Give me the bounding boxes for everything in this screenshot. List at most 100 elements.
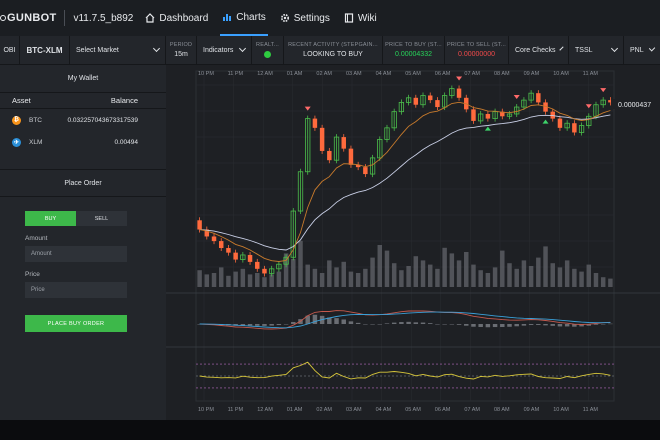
macd-histogram-bar bbox=[564, 324, 570, 327]
brand-logo[interactable]: GUNBOT bbox=[0, 12, 56, 24]
nav-wiki[interactable]: Wiki bbox=[342, 0, 379, 36]
candle-body bbox=[211, 236, 217, 242]
nav-dashboard[interactable]: Dashboard bbox=[143, 0, 210, 36]
x-tick-label: 09 AM bbox=[524, 407, 540, 413]
nav-charts[interactable]: Charts bbox=[220, 0, 268, 36]
volume-bar bbox=[255, 273, 260, 287]
x-tick-label: 03 AM bbox=[346, 407, 362, 413]
price-to-sell-value: 0.00000000 bbox=[458, 51, 495, 58]
x-tick-label-top: 12 AM bbox=[257, 71, 273, 77]
volume-bar bbox=[298, 240, 303, 287]
volume-bar bbox=[312, 268, 318, 287]
volume-bar bbox=[413, 256, 419, 287]
chart-bg bbox=[166, 65, 660, 420]
macd-histogram-bar bbox=[442, 324, 447, 325]
macd-histogram-bar bbox=[536, 324, 541, 325]
volume-bar bbox=[406, 266, 411, 287]
amount-label: Amount bbox=[25, 235, 48, 242]
nav-settings[interactable]: Settings bbox=[278, 0, 332, 36]
volume-bar bbox=[348, 271, 354, 287]
x-tick-label-top: 07 AM bbox=[464, 71, 480, 77]
core-checks-dropdown[interactable]: Core Checks bbox=[509, 36, 569, 64]
brand-mark-icon bbox=[0, 15, 6, 21]
wallet-balance: 0.00494 bbox=[114, 138, 139, 146]
macd-histogram-bar bbox=[514, 324, 519, 327]
pnl-dropdown[interactable]: PNL bbox=[624, 36, 660, 64]
macd-histogram-bar bbox=[478, 324, 483, 327]
bitcoin-icon: ₿ bbox=[12, 115, 21, 125]
pair-selector[interactable]: BTC-XLM bbox=[20, 36, 70, 64]
candle-body bbox=[312, 118, 318, 128]
x-tick-label-top: 05 AM bbox=[405, 71, 421, 77]
volume-bar bbox=[327, 260, 332, 287]
volume-bar bbox=[500, 250, 505, 287]
wallet-title: My Wallet bbox=[0, 65, 166, 93]
macd-histogram-bar bbox=[384, 323, 390, 324]
amount-input[interactable]: Amount bbox=[25, 246, 127, 262]
candle-body bbox=[413, 97, 419, 105]
chevron-down-icon bbox=[610, 44, 619, 53]
price-to-sell-label: PRICE TO SELL (ST... bbox=[447, 42, 506, 48]
price-to-buy-label: PRICE TO BUY (ST... bbox=[385, 42, 442, 48]
wallet-asset: BTC bbox=[29, 116, 42, 124]
volume-bar bbox=[608, 278, 613, 287]
chart-panel[interactable]: 10 PM 10 PM 11 PM 11 PM 12 AM 12 AM 01 AM 01 AM… bbox=[166, 65, 660, 420]
top-navbar: GUNBOT v11.7.5_b892 Dashboard Charts Set… bbox=[0, 0, 660, 36]
x-tick-label-top: 11 PM bbox=[228, 71, 244, 77]
candle-body bbox=[247, 254, 253, 262]
chevron-down-icon bbox=[648, 45, 656, 52]
macd-histogram-bar bbox=[521, 324, 527, 326]
buy-tab[interactable]: BUY bbox=[25, 211, 76, 226]
price-to-buy-value: 0.00004332 bbox=[395, 51, 432, 58]
volume-bar bbox=[485, 273, 491, 287]
place-buy-order-button[interactable]: PLACE BUY ORDER bbox=[25, 315, 127, 332]
chevron-down-icon bbox=[238, 44, 247, 53]
volume-bar bbox=[572, 268, 577, 287]
price-input[interactable]: Price bbox=[25, 282, 127, 298]
volume-bar bbox=[536, 257, 541, 287]
tssl-label: TSSL bbox=[575, 46, 593, 54]
volume-bar bbox=[391, 263, 397, 287]
macd-histogram-bar bbox=[269, 324, 274, 326]
volume-bar bbox=[435, 268, 440, 287]
macd-histogram-bar bbox=[456, 324, 462, 325]
volume-bar bbox=[233, 271, 238, 287]
recent-activity-value: LOOKING TO BUY bbox=[303, 51, 363, 58]
x-tick-label: 05 AM bbox=[405, 407, 421, 413]
price-to-buy: PRICE TO BUY (ST... 0.00004332 bbox=[383, 36, 445, 64]
macd-histogram-bar bbox=[492, 324, 498, 328]
macd-histogram-bar bbox=[413, 322, 419, 324]
sell-tab[interactable]: SELL bbox=[76, 211, 127, 226]
exchange-name[interactable]: OBI bbox=[0, 36, 20, 64]
price-chart[interactable]: 10 PM 10 PM 11 PM 11 PM 12 AM 12 AM 01 AM 01 AM… bbox=[166, 65, 660, 420]
volume-bar bbox=[427, 264, 433, 287]
x-tick-label-top: 04 AM bbox=[376, 71, 392, 77]
tssl-dropdown[interactable]: TSSL bbox=[569, 36, 624, 64]
macd-histogram-bar bbox=[464, 324, 469, 326]
volume-bar bbox=[377, 245, 383, 287]
macd-histogram-bar bbox=[370, 324, 375, 325]
current-price-label: 0.0000437 bbox=[618, 102, 651, 109]
recent-activity-label: RECENT ACTIVITY (STEPGAIN... bbox=[288, 42, 378, 48]
balance-column-header: Balance bbox=[110, 96, 138, 105]
x-tick-label-top: 08 AM bbox=[494, 71, 510, 77]
macd-histogram-bar bbox=[608, 323, 613, 325]
x-tick-label: 08 AM bbox=[494, 407, 510, 413]
macd-histogram-bar bbox=[276, 324, 282, 326]
volume-bar bbox=[291, 259, 296, 287]
volume-bar bbox=[197, 270, 202, 287]
candle-body bbox=[348, 148, 354, 165]
macd-histogram-bar bbox=[355, 322, 361, 324]
realtime-status: REALT... bbox=[252, 36, 284, 64]
select-market-dropdown[interactable]: Select Market bbox=[70, 36, 166, 64]
macd-histogram-bar bbox=[255, 324, 260, 326]
macd-histogram-bar bbox=[312, 314, 318, 324]
indicators-dropdown[interactable]: Indicators bbox=[197, 36, 252, 64]
sidebar: My Wallet Asset Balance ₿ BTC 0.03225704… bbox=[0, 65, 166, 420]
period-selector[interactable]: PERIOD 15m bbox=[166, 36, 197, 64]
price-to-sell: PRICE TO SELL (ST... 0.00000000 bbox=[445, 36, 509, 64]
candle-body bbox=[572, 123, 577, 133]
candle-body bbox=[363, 167, 368, 175]
x-tick-label: 12 AM bbox=[257, 407, 273, 413]
volume-bar bbox=[464, 252, 469, 287]
